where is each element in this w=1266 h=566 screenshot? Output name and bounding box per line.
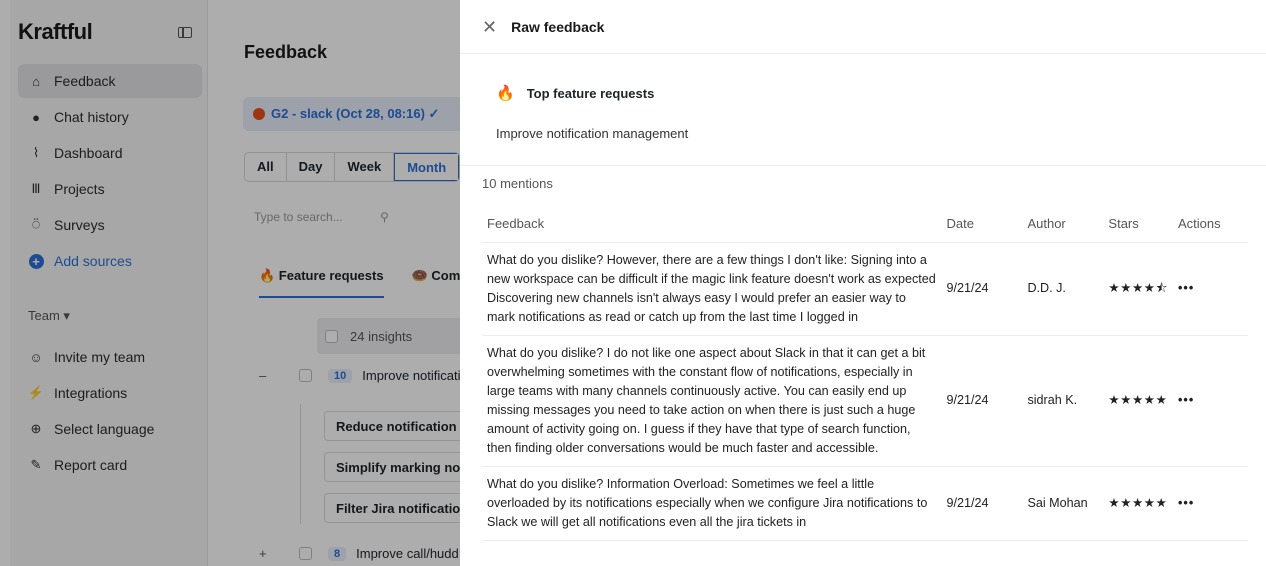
fire-icon: 🔥 [496,85,515,102]
more-actions-icon[interactable]: ••• [1173,242,1248,336]
col-actions: Actions [1173,206,1248,243]
section-title: Top feature requests [526,85,655,101]
more-actions-icon[interactable]: ••• [1173,466,1248,541]
table-row: What do you dislike? However, there are … [482,242,1248,336]
feedback-author: D.D. J. [1022,242,1104,336]
feedback-date: 9/21/24 [941,242,1023,336]
panel-header: ✕ Raw feedback [460,0,1266,54]
close-icon[interactable]: ✕ [482,18,497,36]
feedback-date: 9/21/24 [941,335,1023,467]
star-rating: ★★★★★ [1103,335,1173,467]
table-row: What do you dislike? Information Overloa… [482,466,1248,541]
table-header: Feedback Date Author Stars Actions [482,206,1248,243]
feedback-table: Feedback Date Author Stars Actions What … [482,206,1248,541]
col-author: Author [1022,206,1104,243]
col-stars: Stars [1103,206,1173,243]
feedback-text: What do you dislike? I do not like one a… [482,335,942,467]
section-heading: 🔥 Top feature requests [496,84,654,102]
col-feedback: Feedback [482,206,942,243]
star-rating: ★★★★⯪ [1103,242,1173,336]
panel-title: Raw feedback [511,18,605,35]
feedback-author: sidrah K. [1022,335,1104,467]
more-actions-icon[interactable]: ••• [1173,335,1248,467]
request-text: Improve notification management [496,126,689,141]
col-date: Date [941,206,1023,243]
feedback-text: What do you dislike? However, there are … [482,242,942,336]
request-summary: 🔥 Top feature requests Improve notificat… [460,54,1266,166]
raw-feedback-panel: ✕ Raw feedback 🔥 Top feature requests Im… [460,0,1266,566]
star-rating: ★★★★★ [1103,466,1173,541]
mentions-count: 10 mentions [482,176,553,191]
feedback-author: Sai Mohan [1022,466,1104,541]
modal-overlay[interactable] [0,0,460,566]
feedback-text: What do you dislike? Information Overloa… [482,466,942,541]
feedback-date: 9/21/24 [941,466,1023,541]
table-row: What do you dislike? I do not like one a… [482,335,1248,467]
